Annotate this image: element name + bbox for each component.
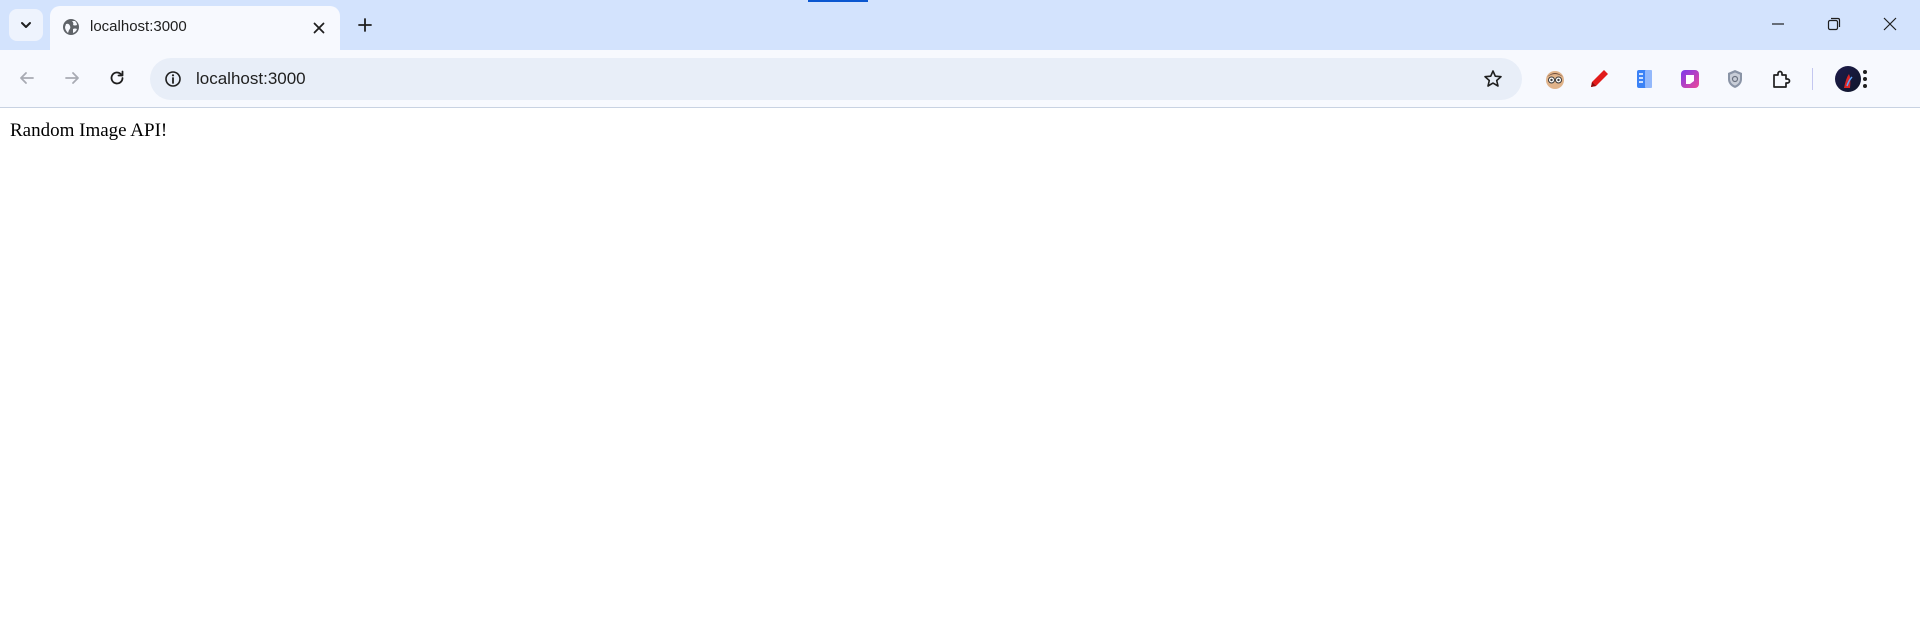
bookmark-button[interactable] [1480, 66, 1506, 92]
forward-button[interactable] [55, 61, 89, 95]
extension-purple-app[interactable] [1676, 65, 1704, 93]
new-tab-button[interactable] [351, 11, 379, 39]
minimize-button[interactable] [1750, 0, 1806, 48]
extension-blue-notebook[interactable] [1630, 65, 1658, 93]
extensions-button[interactable] [1767, 65, 1795, 93]
plus-icon [358, 18, 372, 32]
blue-notebook-icon [1637, 70, 1652, 88]
arrow-right-icon [65, 72, 79, 84]
puzzle-icon [1773, 70, 1791, 88]
extension-character-face[interactable] [1541, 65, 1569, 93]
tab-search-button[interactable] [9, 9, 43, 41]
extension-red-pen[interactable] [1585, 65, 1613, 93]
tab-loading-accent [808, 0, 868, 2]
red-pen-icon [1591, 70, 1608, 87]
minimize-icon [1772, 23, 1784, 25]
reload-icon [110, 70, 124, 85]
toolbar-divider [1812, 68, 1813, 90]
close-icon [313, 22, 325, 34]
page-content: Random Image API! [0, 109, 1920, 630]
browser-toolbar: localhost:3000 [0, 50, 1920, 108]
kebab-menu-icon [1863, 70, 1867, 88]
arrow-left-icon [20, 72, 34, 84]
globe-icon [63, 19, 79, 35]
tab-close-button[interactable] [308, 17, 330, 39]
profile-button[interactable] [1835, 66, 1861, 97]
tab-strip: localhost:3000 [0, 0, 1920, 50]
tab-title: localhost:3000 [90, 18, 187, 35]
browser-tab[interactable]: localhost:3000 [50, 6, 340, 50]
extension-shield[interactable] [1721, 65, 1749, 93]
restore-icon [1827, 17, 1841, 31]
page-heading-text: Random Image API! [10, 120, 168, 141]
purple-app-icon [1681, 70, 1699, 88]
site-info-button[interactable] [160, 66, 186, 92]
star-icon [1484, 70, 1502, 87]
back-button[interactable] [10, 61, 44, 95]
close-icon [1883, 17, 1897, 31]
info-icon [165, 71, 181, 87]
url-text[interactable]: localhost:3000 [196, 68, 306, 90]
reload-button[interactable] [100, 61, 134, 95]
chevron-down-icon [21, 22, 31, 28]
restore-button[interactable] [1806, 0, 1862, 48]
close-window-button[interactable] [1862, 0, 1918, 48]
avatar-icon [1835, 66, 1861, 92]
address-bar[interactable]: localhost:3000 [150, 58, 1522, 100]
character-face-icon [1546, 71, 1564, 89]
shield-icon [1728, 70, 1742, 88]
